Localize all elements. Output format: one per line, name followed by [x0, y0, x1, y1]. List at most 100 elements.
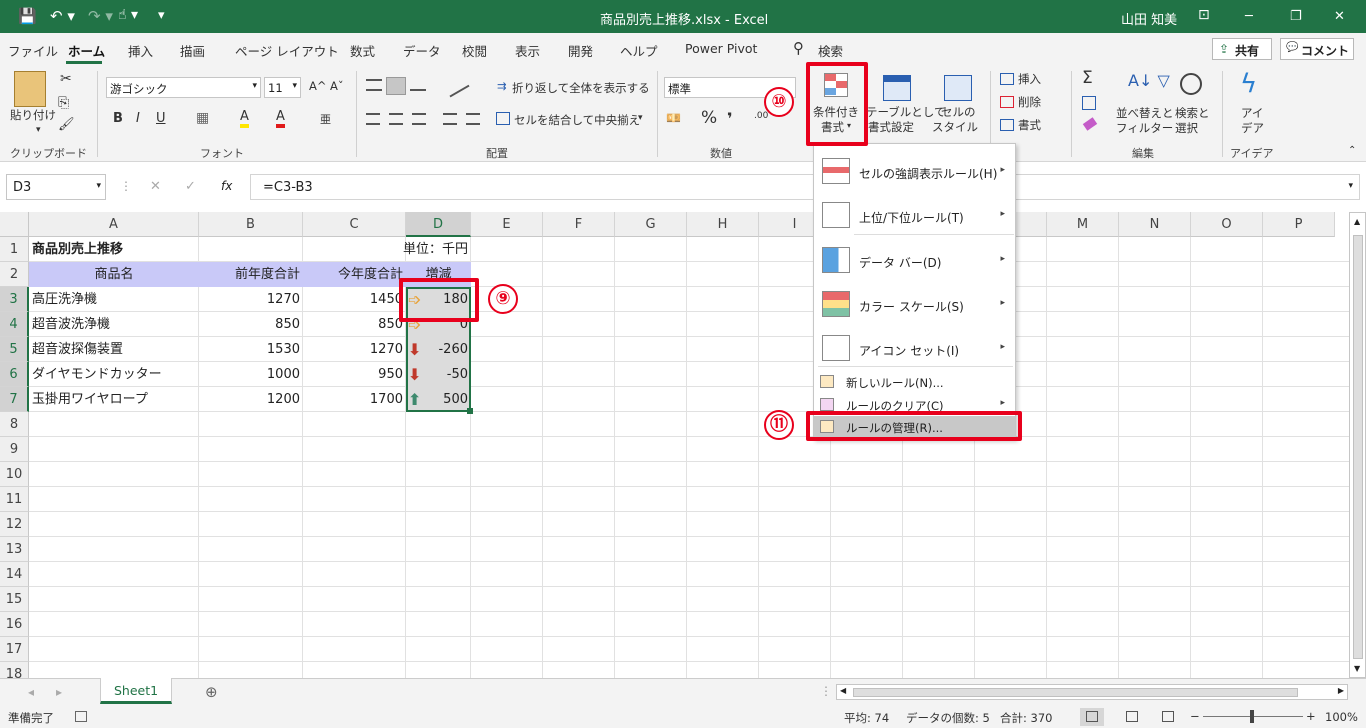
normal-view-button[interactable]	[1080, 708, 1104, 726]
product-name-cell[interactable]: ダイヤモンドカッター	[29, 362, 199, 387]
align-top-icon[interactable]	[366, 79, 382, 91]
curr-total-cell[interactable]: 1700	[303, 387, 406, 412]
cut-icon[interactable]: ✂	[60, 71, 72, 87]
status-average[interactable]: 平均: 74	[844, 710, 889, 726]
insert-cells-button[interactable]: 挿入	[1018, 71, 1041, 87]
zoom-in-button[interactable]: +	[1306, 709, 1316, 723]
cell-styles-label-1[interactable]: セルの	[941, 104, 976, 120]
align-bottom-icon[interactable]	[410, 79, 426, 91]
product-name-cell[interactable]: 超音波探傷装置	[29, 337, 199, 362]
tab-review[interactable]: 校閲	[462, 41, 487, 60]
align-middle-icon[interactable]	[386, 77, 406, 95]
tab-file[interactable]: ファイル	[8, 41, 58, 60]
column-header-g[interactable]: G	[615, 212, 687, 237]
zoom-out-button[interactable]: −	[1190, 709, 1200, 723]
row-header-9[interactable]: 9	[0, 437, 29, 462]
menu-data-bars[interactable]: データ バー(D) ▸	[814, 241, 1015, 283]
border-icon[interactable]: ▦	[196, 110, 209, 126]
column-header-d[interactable]: D	[406, 212, 471, 237]
sheet-tab-active[interactable]: Sheet1	[100, 678, 172, 704]
paste-label[interactable]: 貼り付け	[10, 107, 56, 123]
fill-icon[interactable]	[1082, 96, 1096, 110]
ideas-label-1[interactable]: アイ	[1241, 105, 1263, 121]
cell-styles-label-2[interactable]: スタイル	[932, 119, 978, 135]
align-center-icon[interactable]	[389, 113, 403, 125]
sort-filter-label-2[interactable]: フィルター	[1116, 120, 1173, 136]
cell-styles-icon[interactable]	[944, 75, 972, 101]
row-header-11[interactable]: 11	[0, 487, 29, 512]
delete-cells-button[interactable]: 削除	[1018, 94, 1041, 110]
page-break-view-button[interactable]	[1162, 711, 1174, 722]
find-select-icon[interactable]	[1180, 73, 1202, 95]
ribbon-display-icon[interactable]: ⊡	[1198, 7, 1210, 23]
menu-color-scales[interactable]: カラー スケール(S) ▸	[814, 285, 1015, 327]
sort-filter-label-1[interactable]: 並べ替えと	[1116, 105, 1174, 121]
percent-button[interactable]: %	[701, 108, 717, 128]
fill-color-icon[interactable]: A	[240, 109, 249, 128]
ideas-label-2[interactable]: デア	[1241, 120, 1264, 136]
shrink-font-icon[interactable]: Aˇ	[330, 79, 344, 93]
minimize-button[interactable]: ─	[1245, 9, 1253, 24]
column-header-m[interactable]: M	[1047, 212, 1119, 237]
row-header-1[interactable]: 1	[0, 237, 29, 262]
merge-center-icon[interactable]	[496, 112, 510, 125]
row-header-3[interactable]: 3	[0, 287, 29, 312]
column-header-a[interactable]: A	[29, 212, 199, 237]
formula-input[interactable]: =C3-B3 ▾	[250, 174, 1360, 200]
tab-developer[interactable]: 開発	[568, 41, 593, 60]
sheet-nav-next-icon[interactable]: ▸	[56, 685, 62, 699]
decimal-icon[interactable]: .00	[754, 111, 768, 121]
prev-total-cell[interactable]: 1530	[199, 337, 303, 362]
row-header-6[interactable]: 6	[0, 362, 29, 387]
header-curr-total[interactable]: 今年度合計	[303, 262, 406, 287]
column-header-c[interactable]: C	[303, 212, 406, 237]
align-right-icon[interactable]	[412, 113, 426, 125]
column-header-f[interactable]: F	[543, 212, 615, 237]
header-prev-total[interactable]: 前年度合計	[199, 262, 303, 287]
currency-icon[interactable]: 💴	[666, 111, 681, 125]
align-left-icon[interactable]	[366, 113, 380, 125]
format-painter-icon[interactable]: 🖌	[58, 117, 75, 132]
row-header-2[interactable]: 2	[0, 262, 29, 287]
tab-power-pivot[interactable]: Power Pivot	[685, 41, 757, 56]
insert-function-icon[interactable]: fx	[221, 179, 232, 193]
product-name-cell[interactable]: 玉掛用ワイヤロープ	[29, 387, 199, 412]
bold-button[interactable]: B	[113, 111, 123, 126]
column-header-n[interactable]: N	[1119, 212, 1191, 237]
increase-indent-icon[interactable]	[466, 113, 480, 125]
prev-total-cell[interactable]: 1000	[199, 362, 303, 387]
status-count[interactable]: データの個数: 5	[906, 710, 990, 726]
prev-total-cell[interactable]: 1200	[199, 387, 303, 412]
column-header-h[interactable]: H	[687, 212, 759, 237]
select-all-corner[interactable]	[0, 212, 29, 237]
format-cells-button[interactable]: 書式	[1018, 117, 1041, 133]
copy-icon[interactable]: ⎘	[58, 95, 69, 111]
comma-button[interactable]: ❜	[727, 109, 733, 128]
tab-draw[interactable]: 描画	[180, 41, 205, 60]
horizontal-scroll-thumb[interactable]	[853, 688, 1298, 697]
redo-icon[interactable]: ↷ ▾	[88, 7, 113, 25]
decrease-indent-icon[interactable]	[443, 113, 457, 125]
menu-top-bottom-rules[interactable]: 上位/下位ルール(T) ▸	[814, 196, 1015, 238]
font-color-icon[interactable]: A	[276, 109, 285, 128]
menu-highlight-cells-rules[interactable]: セルの強調表示ルール(H) ▸	[814, 152, 1015, 194]
insert-cells-icon[interactable]	[1000, 73, 1014, 85]
tab-view[interactable]: 表示	[515, 41, 540, 60]
prev-total-cell[interactable]: 1270	[199, 287, 303, 312]
wrap-text-icon[interactable]: ⇉	[497, 79, 507, 93]
ideas-icon[interactable]: ϟ	[1240, 69, 1257, 99]
vertical-scroll-thumb[interactable]	[1353, 235, 1363, 659]
add-sheet-icon[interactable]: ⊕	[205, 683, 218, 701]
unit-cell[interactable]: 単位：千円	[303, 237, 471, 262]
close-button[interactable]: ✕	[1334, 9, 1345, 24]
user-name[interactable]: 山田 知美	[1121, 9, 1177, 28]
paste-icon[interactable]	[14, 71, 46, 107]
status-sum[interactable]: 合計: 370	[1000, 710, 1052, 726]
sort-filter-icon[interactable]: A↓ ▽	[1128, 71, 1170, 90]
touch-mode-icon[interactable]: ☝ ▾	[118, 7, 138, 23]
product-name-cell[interactable]: 超音波洗浄機	[29, 312, 199, 337]
row-header-16[interactable]: 16	[0, 612, 29, 637]
curr-total-cell[interactable]: 1270	[303, 337, 406, 362]
row-header-15[interactable]: 15	[0, 587, 29, 612]
curr-total-cell[interactable]: 950	[303, 362, 406, 387]
